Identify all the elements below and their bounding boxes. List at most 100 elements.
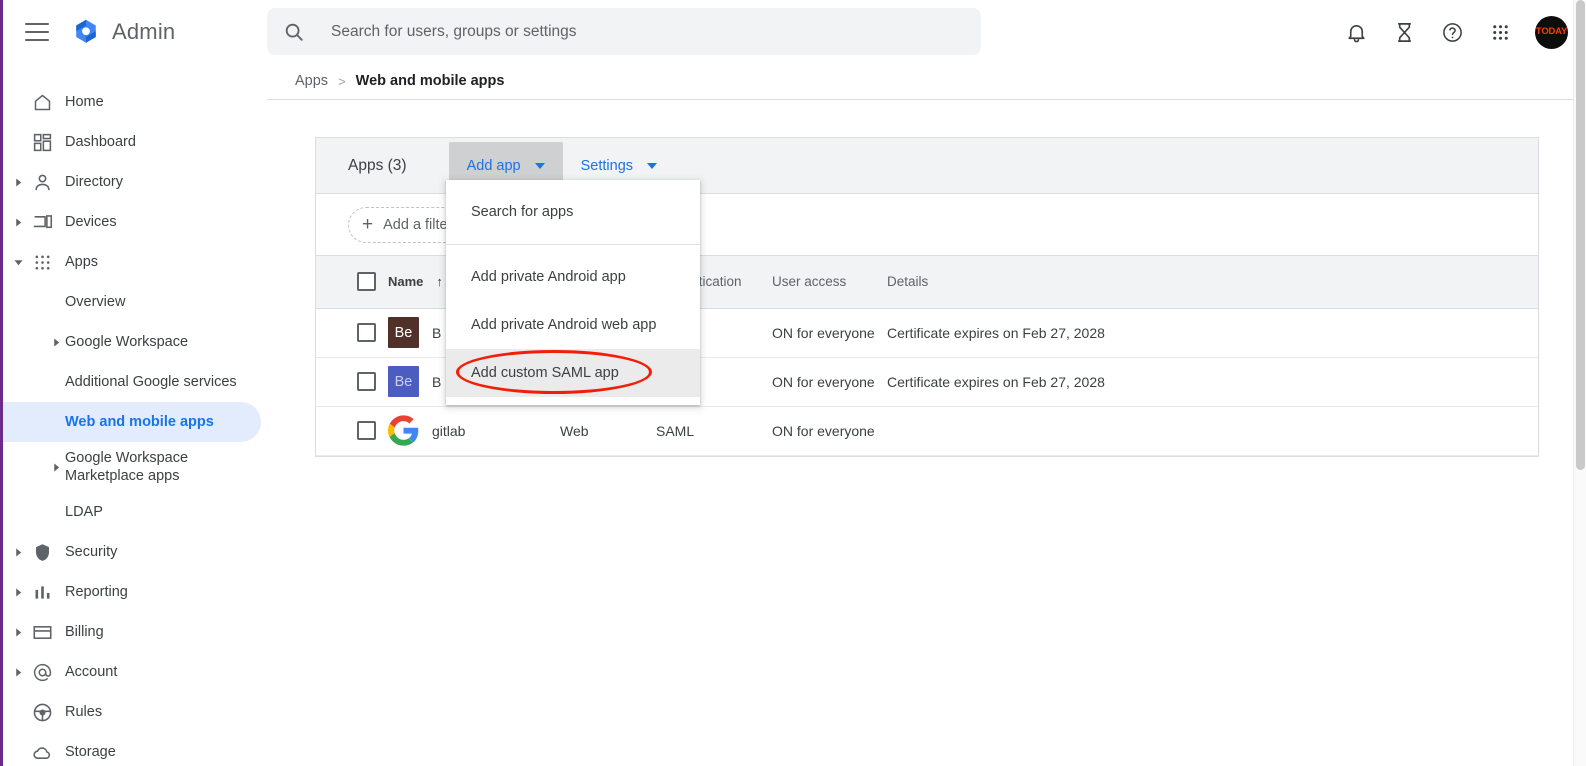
- sidebar-item-devices[interactable]: Devices: [3, 202, 261, 242]
- sidebar-item-label: Billing: [65, 623, 104, 640]
- sidebar-item-additional-google-services[interactable]: Additional Google services: [3, 362, 261, 402]
- page-title: Apps (3): [348, 156, 407, 174]
- google-logo-icon: [388, 415, 419, 446]
- app-name-label: B: [432, 324, 442, 341]
- apps-grid-icon[interactable]: [1476, 8, 1524, 56]
- brand-name: Admin: [112, 19, 176, 44]
- hourglass-icon[interactable]: [1380, 8, 1428, 56]
- breadcrumb-separator: >: [338, 73, 346, 89]
- sidebar-item-web-and-mobile-apps[interactable]: Web and mobile apps: [3, 402, 261, 442]
- hamburger-menu-icon[interactable]: [25, 23, 49, 41]
- top-bar: Admin Search for users, groups or settin…: [3, 0, 1586, 64]
- row-select-cell: [316, 308, 388, 358]
- chevron-right-icon[interactable]: [12, 586, 24, 598]
- menu-section: Add private Android app Add private Andro…: [446, 244, 700, 405]
- sidebar-item-label: Devices: [65, 213, 117, 230]
- cloud-icon: [31, 741, 53, 763]
- app-user-access-cell: ON for everyone: [772, 308, 887, 358]
- sort-ascending-icon: ↑: [436, 274, 443, 290]
- sidebar-item-overview[interactable]: Overview: [3, 282, 261, 322]
- app-user-access-cell: ON for everyone: [772, 357, 887, 407]
- avatar[interactable]: TODAY: [1535, 15, 1568, 49]
- sidebar-item-label: Overview: [65, 293, 126, 310]
- menu-item-add-private-android-web-app[interactable]: Add private Android web app: [446, 301, 700, 349]
- chevron-down-icon: [534, 162, 545, 169]
- search-bar[interactable]: [267, 8, 981, 55]
- plus-icon: +: [362, 214, 374, 235]
- chevron-down-icon[interactable]: [12, 256, 24, 268]
- shield-icon: [31, 541, 53, 563]
- sidebar-item-label: Additional Google services: [65, 373, 237, 390]
- sidebar-item-label: Home: [65, 93, 104, 110]
- sidebar-item-security[interactable]: Security: [3, 532, 261, 572]
- sidebar-item-google-workspace-marketplace-apps[interactable]: Google Workspace Marketplace apps: [3, 442, 261, 492]
- help-circle-icon[interactable]: [1428, 8, 1476, 56]
- sidebar-item-apps[interactable]: Apps: [3, 242, 261, 282]
- settings-label: Settings: [580, 157, 634, 174]
- sidebar-item-label: Web and mobile apps: [65, 413, 214, 430]
- app-details-cell: Certificate expires on Feb 27, 2028: [887, 357, 1538, 407]
- sidebar-item-label: Security: [65, 543, 118, 560]
- brand[interactable]: Admin: [71, 17, 175, 47]
- app-name-label: B: [432, 373, 442, 390]
- sidebar-item-dashboard[interactable]: Dashboard: [3, 122, 261, 162]
- chevron-right-icon[interactable]: [12, 176, 24, 188]
- chevron-right-icon[interactable]: [12, 666, 24, 678]
- chevron-right-icon[interactable]: [12, 216, 24, 228]
- row-checkbox[interactable]: [357, 421, 376, 440]
- sidebar-item-rules[interactable]: Rules: [3, 692, 261, 732]
- menu-item-search-for-apps[interactable]: Search for apps: [446, 188, 700, 236]
- sidebar-item-label: Google Workspace: [65, 333, 189, 350]
- sidebar-item-account[interactable]: Account: [3, 652, 261, 692]
- apps-grid-icon: [31, 251, 53, 273]
- sidebar-item-label: Account: [65, 663, 118, 680]
- menu-section: Search for apps: [446, 180, 700, 244]
- at-sign-icon: [31, 661, 53, 683]
- devices-icon: [31, 211, 53, 233]
- page-scrollbar[interactable]: [1573, 0, 1586, 766]
- sidebar-item-label: Google Workspace Marketplace apps: [65, 449, 189, 484]
- breadcrumb-parent[interactable]: Apps: [295, 73, 328, 89]
- chevron-right-icon[interactable]: [50, 336, 62, 348]
- sidebar-item-google-workspace[interactable]: Google Workspace: [3, 322, 261, 362]
- sidebar-item-ldap[interactable]: LDAP: [3, 492, 261, 532]
- dashboard-icon: [31, 131, 53, 153]
- row-select-cell: [316, 357, 388, 407]
- top-bar-actions: TODAY: [1332, 0, 1570, 64]
- app-details-cell: [887, 406, 1538, 456]
- google-admin-logo: [76, 19, 96, 43]
- app-name-cell: gitlab: [388, 406, 560, 456]
- breadcrumb-divider: [267, 99, 1586, 100]
- app-letter-icon: Be: [388, 366, 419, 397]
- credit-card-icon: [31, 621, 53, 643]
- chevron-right-icon[interactable]: [50, 461, 62, 473]
- row-checkbox[interactable]: [357, 323, 376, 342]
- scrollbar-thumb[interactable]: [1576, 0, 1585, 470]
- add-app-label: Add app: [466, 157, 521, 174]
- bell-icon[interactable]: [1332, 8, 1380, 56]
- row-checkbox[interactable]: [357, 372, 376, 391]
- admin-console-window: Admin Search for users, groups or settin…: [0, 0, 1586, 766]
- chevron-right-icon[interactable]: [12, 626, 24, 638]
- sidebar-item-directory[interactable]: Directory: [3, 162, 261, 202]
- column-header-details: Details: [887, 256, 1538, 309]
- search-input[interactable]: [331, 22, 965, 41]
- sidebar-item-label: Apps: [65, 253, 99, 270]
- column-label-name: Name: [388, 274, 424, 290]
- menu-item-add-private-android-app[interactable]: Add private Android app: [446, 253, 700, 301]
- avatar-label: TODAY: [1535, 26, 1568, 38]
- table-row[interactable]: gitlab Web SAML ON for everyone: [316, 406, 1538, 456]
- sidebar-item-home[interactable]: Home: [3, 82, 261, 122]
- sidebar-item-reporting[interactable]: Reporting: [3, 572, 261, 612]
- steering-wheel-icon: [31, 701, 53, 723]
- select-all-checkbox[interactable]: [357, 272, 376, 292]
- person-icon: [31, 171, 53, 193]
- menu-item-add-custom-saml-app[interactable]: Add custom SAML app: [446, 349, 700, 397]
- chevron-right-icon[interactable]: [12, 546, 24, 558]
- sidebar-item-storage[interactable]: Storage: [3, 732, 261, 766]
- sidebar-item-label: Directory: [65, 173, 124, 190]
- sidebar-item-billing[interactable]: Billing: [3, 612, 261, 652]
- add-filter-label: Add a filter: [383, 216, 453, 233]
- sidebar: Home Dashboard Directory Devices Apps Overvie…: [3, 64, 261, 766]
- sidebar-item-label: LDAP: [65, 503, 103, 520]
